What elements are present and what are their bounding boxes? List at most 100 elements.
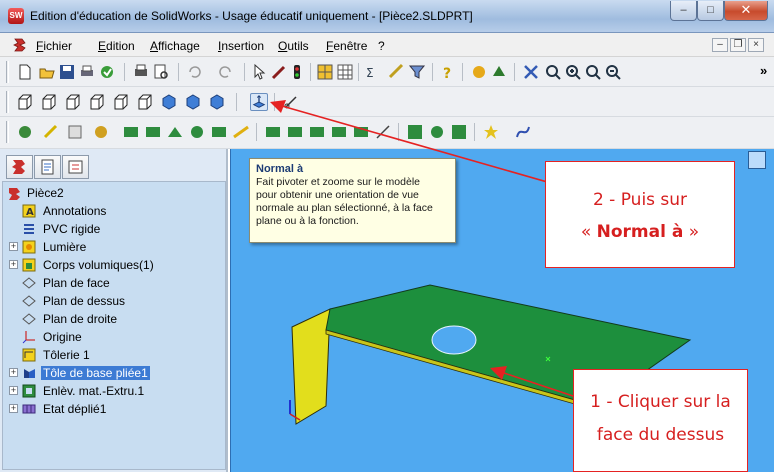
zoom-out-icon[interactable] <box>604 63 622 81</box>
trimetric-view-icon[interactable] <box>184 93 202 111</box>
isometric-view-icon[interactable] <box>160 93 178 111</box>
closed-corner-tool-icon[interactable] <box>286 123 304 141</box>
layout-icon[interactable] <box>66 123 84 141</box>
tree-item-solid-bodies[interactable]: + Corps volumiques(1) <box>3 256 225 274</box>
save-icon[interactable] <box>58 63 76 81</box>
flatten-tool-icon[interactable] <box>374 123 392 141</box>
tree-item-extruded-cut[interactable]: + Enlèv. mat.-Extru.1 <box>3 382 225 400</box>
open-folder-icon[interactable] <box>38 63 56 81</box>
view-orientation-icon[interactable] <box>470 63 488 81</box>
edge-flange-tool-icon[interactable] <box>144 123 162 141</box>
tree-item-lights[interactable]: + Lumière <box>3 238 225 256</box>
tree-item-base-flange[interactable]: + Tôle de base pliée1 <box>3 364 225 382</box>
tab-property-manager[interactable] <box>34 155 61 179</box>
viewport-corner-handle[interactable] <box>748 151 766 169</box>
tree-item-sheet-metal[interactable]: Tôlerie 1 <box>3 346 225 364</box>
zoom-in-icon[interactable] <box>564 63 582 81</box>
welded-corner-tool-icon[interactable] <box>308 123 326 141</box>
sketched-bend-tool-icon[interactable] <box>232 123 250 141</box>
view-previous-icon[interactable] <box>490 63 508 81</box>
zoom-area-icon[interactable] <box>584 63 602 81</box>
tree-item-material[interactable]: PVC rigide <box>3 220 225 238</box>
rebuild-traffic-light-icon[interactable] <box>288 63 306 81</box>
document-minimize-button[interactable]: – <box>712 38 728 52</box>
toolbar-grip[interactable] <box>6 91 9 113</box>
toolbar-overflow-chevron-icon[interactable]: » <box>760 63 767 78</box>
cross-break-tool-icon[interactable] <box>264 123 282 141</box>
preview-icon[interactable] <box>152 63 170 81</box>
tab-configuration-manager[interactable] <box>62 155 89 179</box>
menu-edition[interactable]: Edition <box>98 39 135 53</box>
menu-fenetre[interactable]: Fenêtre <box>326 39 367 53</box>
section-view-icon[interactable] <box>522 63 540 81</box>
select-arrow-icon[interactable] <box>250 63 268 81</box>
tree-item-flat-pattern[interactable]: + Etat déplié1 <box>3 400 225 418</box>
annotation-step-1: 1 - Cliquer sur la face du dessus <box>573 369 748 472</box>
print-icon[interactable] <box>78 63 96 81</box>
hem-tool-icon[interactable] <box>188 123 206 141</box>
document-restore-button[interactable]: ❐ <box>730 38 746 52</box>
tree-item-plane[interactable]: Plan de dessus <box>3 292 225 310</box>
normal-to-icon[interactable] <box>250 93 268 111</box>
options-grid-icon[interactable] <box>316 63 334 81</box>
back-view-icon[interactable] <box>40 93 58 111</box>
single-view-icon[interactable] <box>282 93 300 111</box>
circular-pattern-tool-icon[interactable] <box>428 123 446 141</box>
maximize-button[interactable]: □ <box>697 1 724 21</box>
left-view-icon[interactable] <box>64 93 82 111</box>
break-corner-tool-icon[interactable] <box>330 123 348 141</box>
grid-table-icon[interactable] <box>336 63 354 81</box>
solidworks-menu-icon[interactable] <box>12 37 28 53</box>
undo-icon[interactable] <box>186 63 204 81</box>
linear-pattern-tool-icon[interactable] <box>406 123 424 141</box>
expand-plus-icon[interactable]: + <box>9 404 18 413</box>
minimize-button[interactable]: – <box>670 1 697 21</box>
menu-affichage[interactable]: Affichage <box>150 39 200 53</box>
base-flange-tool-icon[interactable] <box>122 123 140 141</box>
expand-plus-icon[interactable]: + <box>9 386 18 395</box>
tab-featuremanager-tree[interactable] <box>6 155 33 179</box>
document-close-button[interactable]: × <box>748 38 764 52</box>
tree-item-annotations[interactable]: A Annotations <box>3 202 225 220</box>
tree-item-plane[interactable]: Plan de face <box>3 274 225 292</box>
assembly-icon[interactable] <box>92 123 110 141</box>
menu-help[interactable]: ? <box>378 39 385 53</box>
close-button[interactable]: ✕ <box>724 1 768 21</box>
help-icon[interactable]: ? <box>438 63 456 81</box>
front-view-icon[interactable] <box>16 93 34 111</box>
new-document-icon[interactable] <box>16 63 34 81</box>
measure-icon[interactable] <box>388 63 406 81</box>
miter-flange-tool-icon[interactable] <box>166 123 184 141</box>
top-view-icon[interactable] <box>112 93 130 111</box>
dimetric-view-icon[interactable] <box>208 93 226 111</box>
expand-plus-icon[interactable]: + <box>9 242 18 251</box>
print-preview-icon[interactable] <box>132 63 150 81</box>
expand-plus-icon[interactable]: + <box>9 368 18 377</box>
curves-icon[interactable] <box>514 123 532 141</box>
expand-plus-icon[interactable]: + <box>9 260 18 269</box>
tree-item-plane[interactable]: Plan de droite <box>3 310 225 328</box>
equations-icon[interactable]: Σ <box>364 63 382 81</box>
unfold-tool-icon[interactable] <box>352 123 370 141</box>
solidworks-logo-icon[interactable]: SW <box>8 8 24 24</box>
reference-geometry-icon[interactable] <box>482 123 500 141</box>
filter-icon[interactable] <box>408 63 426 81</box>
rebuild-icon[interactable] <box>98 63 116 81</box>
toolbar-grip[interactable] <box>6 121 9 143</box>
features-manager-icon[interactable] <box>16 123 34 141</box>
bottom-view-icon[interactable] <box>136 93 154 111</box>
menu-outils[interactable]: Outils <box>278 39 309 53</box>
mirror-tool-icon[interactable] <box>450 123 468 141</box>
zoom-to-fit-icon[interactable] <box>544 63 562 81</box>
jog-tool-icon[interactable] <box>210 123 228 141</box>
menu-fichier[interactable]: Fichier <box>36 39 72 53</box>
tree-item-origin[interactable]: Origine <box>3 328 225 346</box>
toolbar-grip[interactable] <box>6 61 9 83</box>
right-view-icon[interactable] <box>88 93 106 111</box>
menu-insertion[interactable]: Insertion <box>218 39 264 53</box>
sketch-entities-icon[interactable] <box>42 123 60 141</box>
redo-icon[interactable] <box>216 63 234 81</box>
tree-root-part[interactable]: Pièce2 <box>3 184 225 202</box>
sketch-icon[interactable] <box>270 63 288 81</box>
standard-toolbar: Σ ? » <box>0 57 774 87</box>
